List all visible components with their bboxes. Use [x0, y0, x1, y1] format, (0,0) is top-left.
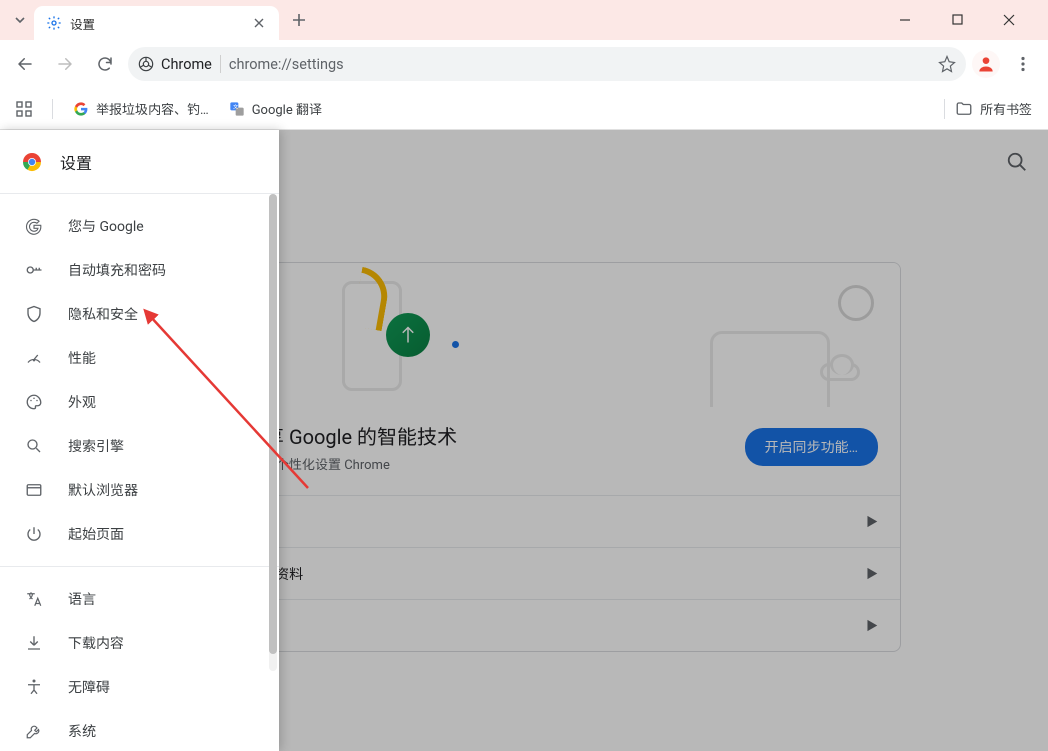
chrome-icon	[138, 56, 154, 72]
power-icon	[24, 525, 44, 543]
site-chip[interactable]: Chrome	[138, 56, 212, 73]
download-icon	[24, 634, 44, 652]
all-bookmarks-button[interactable]: 所有书签	[955, 99, 1032, 118]
settings-sidebar: 设置 您与 Google 自动填充和密码 隐私和安全 性能 外观 搜索引擎	[0, 130, 279, 751]
palette-icon	[24, 393, 44, 411]
accessibility-icon	[24, 678, 44, 696]
nav-downloads[interactable]: 下载内容	[0, 621, 279, 665]
browser-icon	[24, 481, 44, 499]
tab-close-button[interactable]	[251, 15, 267, 31]
nav-you-and-google[interactable]: 您与 Google	[0, 204, 279, 248]
bookmark-report-spam[interactable]: 举报垃圾内容、钓…	[73, 99, 209, 118]
google-g-icon	[24, 217, 44, 235]
window-controls	[890, 14, 1042, 26]
minimize-button[interactable]	[890, 14, 920, 26]
content-dim-overlay	[279, 130, 1048, 751]
address-bar[interactable]: Chrome chrome://settings	[128, 47, 966, 81]
tabs-dropdown-button[interactable]	[6, 14, 34, 26]
translate-icon	[24, 590, 44, 608]
nav-languages[interactable]: 语言	[0, 577, 279, 621]
bookmark-google-translate[interactable]: 文 Google 翻译	[229, 99, 322, 118]
forward-button[interactable]	[48, 47, 82, 81]
nav-autofill-passwords[interactable]: 自动填充和密码	[0, 248, 279, 292]
browser-toolbar: Chrome chrome://settings	[0, 40, 1048, 88]
new-tab-button[interactable]	[285, 13, 313, 27]
shield-icon	[24, 305, 44, 323]
browser-tab[interactable]: 设置	[34, 6, 279, 40]
close-window-button[interactable]	[994, 14, 1024, 26]
key-icon	[24, 261, 44, 279]
sidebar-header: 设置	[0, 130, 279, 194]
folder-icon	[955, 100, 973, 118]
sidebar-scrollbar[interactable]	[267, 194, 279, 671]
reload-button[interactable]	[88, 47, 122, 81]
nav-search-engine[interactable]: 搜索引擎	[0, 424, 279, 468]
translate-icon: 文	[229, 101, 245, 117]
nav-appearance[interactable]: 外观	[0, 380, 279, 424]
tab-title: 设置	[70, 14, 243, 33]
nav-privacy-security[interactable]: 隐私和安全	[0, 292, 279, 336]
profile-avatar-button[interactable]	[972, 50, 1000, 78]
speedometer-icon	[24, 349, 44, 367]
settings-gear-icon	[46, 15, 62, 31]
back-button[interactable]	[8, 47, 42, 81]
chrome-logo-icon	[20, 150, 44, 174]
browser-menu-button[interactable]	[1006, 47, 1040, 81]
search-icon	[24, 437, 44, 455]
sidebar-title: 设置	[60, 150, 92, 174]
nav-on-startup[interactable]: 起始页面	[0, 512, 279, 556]
nav-system[interactable]: 系统	[0, 709, 279, 751]
nav-accessibility[interactable]: 无障碍	[0, 665, 279, 709]
wrench-icon	[24, 722, 44, 740]
apps-button[interactable]	[16, 101, 32, 117]
google-g-icon	[73, 101, 89, 117]
nav-default-browser[interactable]: 默认浏览器	[0, 468, 279, 512]
maximize-button[interactable]	[942, 14, 972, 26]
tab-bar: 设置	[0, 0, 1048, 40]
svg-text:文: 文	[233, 103, 239, 110]
nav-performance[interactable]: 性能	[0, 336, 279, 380]
bookmark-bar: 举报垃圾内容、钓… 文 Google 翻译 所有书签	[0, 88, 1048, 130]
bookmark-star-button[interactable]	[938, 55, 956, 73]
person-icon	[976, 54, 996, 74]
url-text: chrome://settings	[229, 56, 930, 73]
